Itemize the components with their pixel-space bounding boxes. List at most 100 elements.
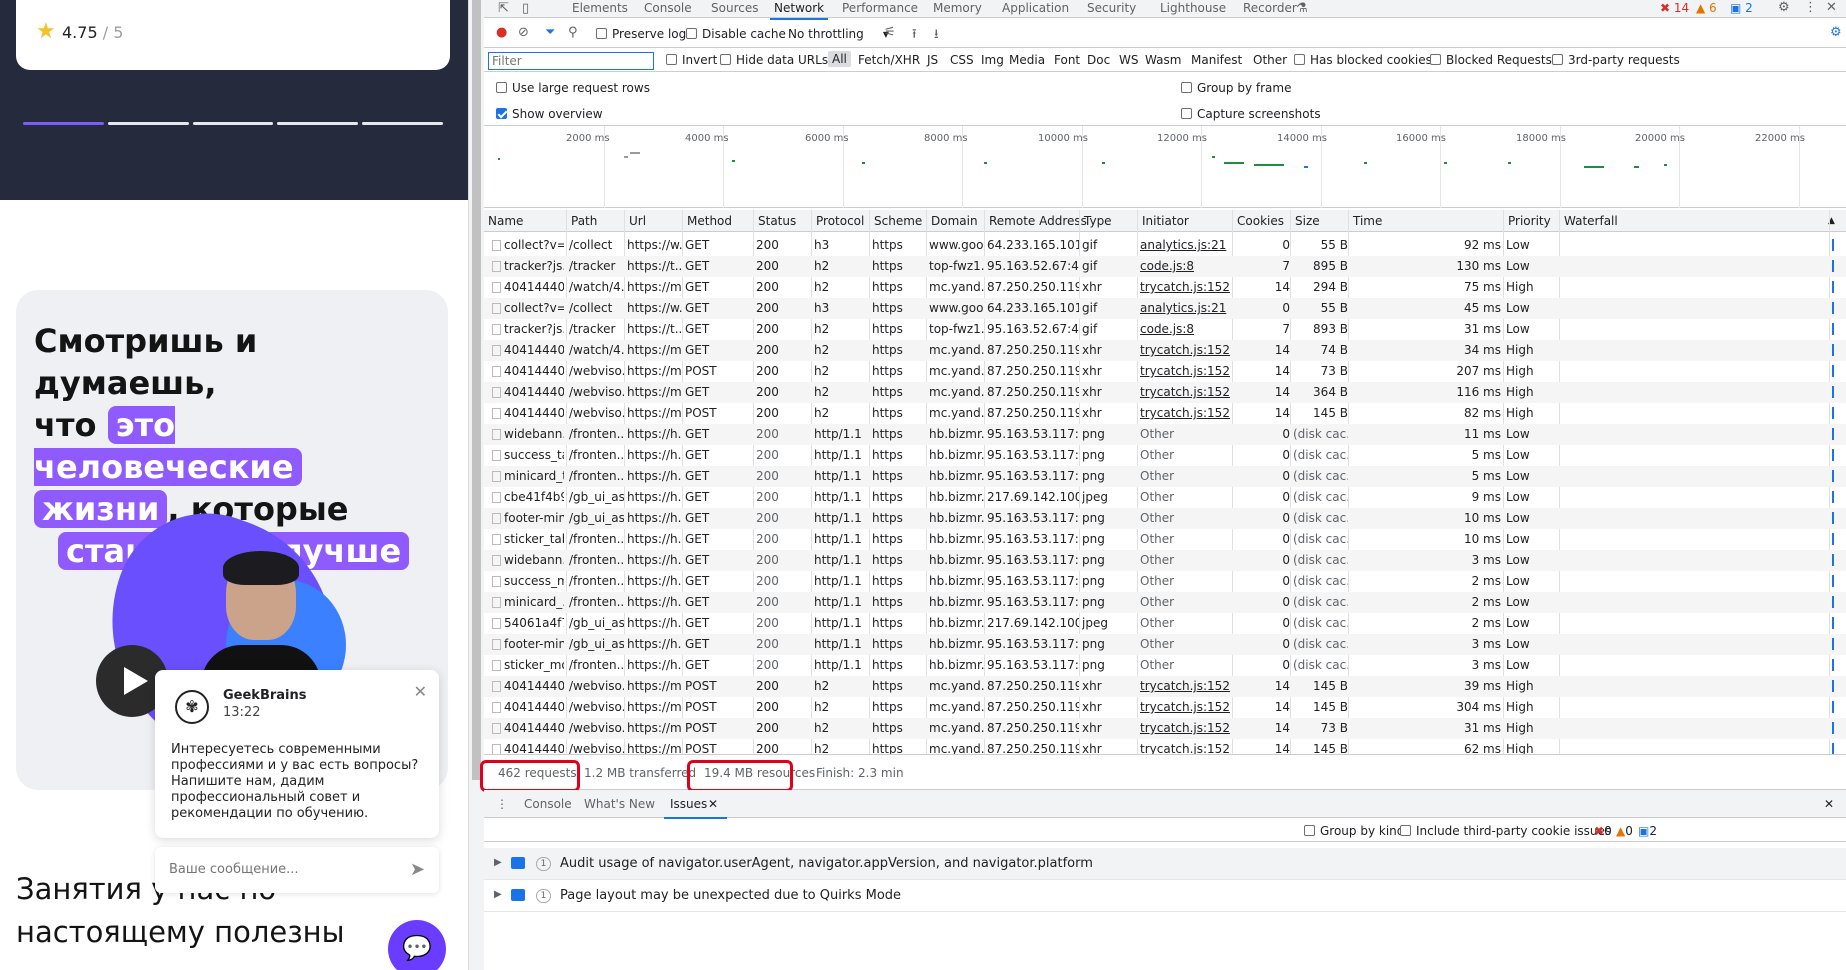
column-header[interactable]: Path	[571, 214, 597, 228]
close-icon[interactable]: ✕	[1826, 0, 1837, 15]
table-row[interactable]: success_m... /fronten...https://h...GET 20…	[484, 571, 1846, 592]
table-row[interactable]: 54061a4f7... /gb_ui_as...https://h...GET 2…	[484, 613, 1846, 634]
table-row[interactable]: widebann... /fronten...https://h...GET 200…	[484, 424, 1846, 445]
drawer-tab-whats-new[interactable]: What's New	[584, 797, 655, 811]
table-row[interactable]: minicard_t... /fronten...https://h...GET 2…	[484, 466, 1846, 487]
table-cell[interactable]: trycatch.js:152	[1140, 679, 1232, 693]
tab-elements[interactable]: Elements	[572, 1, 628, 15]
column-header[interactable]: Priority	[1508, 214, 1551, 228]
network-conditions-icon[interactable]: ⚟	[884, 25, 896, 40]
type-filter-font[interactable]: Font	[1054, 53, 1080, 67]
table-row[interactable]: collect?v=... /collect https://w...GET 200 h…	[484, 298, 1846, 319]
table-row[interactable]: widebann... /fronten...https://h...GET 200…	[484, 550, 1846, 571]
table-row[interactable]: 40414440?... /webviso...https://m...POST 2…	[484, 718, 1846, 739]
column-header[interactable]: Cookies	[1237, 214, 1284, 228]
slider-dot[interactable]	[192, 122, 274, 125]
issue-row[interactable]: ▶ 1 Audit usage of navigator.userAgent, …	[484, 848, 1846, 880]
column-header[interactable]: Scheme	[874, 214, 922, 228]
table-cell[interactable]: analytics.js:21	[1140, 301, 1232, 315]
expand-icon[interactable]: ▶	[494, 889, 502, 900]
table-row[interactable]: success_ta... /fronten...https://h...GET 2…	[484, 445, 1846, 466]
close-tab-icon[interactable]: ✕	[708, 797, 718, 811]
more-icon[interactable]: ⋮	[1804, 0, 1817, 15]
type-filter-css[interactable]: CSS	[950, 53, 974, 67]
has-blocked-cookies-checkbox[interactable]: Has blocked cookies	[1294, 53, 1432, 67]
column-header[interactable]: Type	[1084, 214, 1112, 228]
tab-lighthouse[interactable]: Lighthouse	[1160, 1, 1226, 15]
table-cell[interactable]: trycatch.js:152	[1140, 406, 1232, 420]
import-har-icon[interactable]: ⭱	[912, 25, 917, 47]
slider-dot[interactable]	[107, 122, 189, 125]
tab-security[interactable]: Security	[1087, 1, 1136, 15]
table-row[interactable]: tracker?js... /tracker https://t...GET 200 h…	[484, 256, 1846, 277]
table-cell[interactable]: trycatch.js:152	[1140, 343, 1232, 357]
close-icon[interactable]: ✕	[414, 682, 427, 701]
table-cell[interactable]: trycatch.js:152	[1140, 721, 1232, 735]
table-cell[interactable]: code.js:8	[1140, 322, 1232, 336]
type-filter-img[interactable]: Img	[981, 53, 1004, 67]
table-row[interactable]: footer-min... /gb_ui_as...https://h...GET…	[484, 508, 1846, 529]
scrollbar-thumb[interactable]	[472, 0, 481, 780]
table-cell[interactable]: code.js:8	[1140, 259, 1232, 273]
large-rows-checkbox[interactable]: Use large request rows	[496, 81, 650, 95]
slider-pagination[interactable]	[23, 122, 443, 126]
inspect-icon[interactable]: ⇱	[498, 1, 509, 16]
table-row[interactable]: 40414440?... /watch/4...https://m...GET 20…	[484, 277, 1846, 298]
tab-memory[interactable]: Memory	[933, 1, 982, 15]
table-cell[interactable]: trycatch.js:152	[1140, 385, 1232, 399]
device-toolbar-icon[interactable]: ▯	[522, 1, 529, 16]
column-header[interactable]: Initiator	[1142, 214, 1189, 228]
table-cell[interactable]: trycatch.js:152	[1140, 280, 1232, 294]
tab-network[interactable]: Network	[769, 1, 829, 20]
table-row[interactable]: minicard_... /fronten...https://h...GET 20…	[484, 592, 1846, 613]
column-header[interactable]: Method	[687, 214, 732, 228]
drawer-menu-icon[interactable]: ⋮	[496, 797, 508, 811]
issue-row[interactable]: ▶ 1 Page layout may be unexpected due to…	[484, 880, 1846, 912]
table-row[interactable]: collect?v=... /collect https://w...GET 200 h…	[484, 235, 1846, 256]
table-row[interactable]: footer-min... /gb_ui_as...https://h...GET…	[484, 634, 1846, 655]
warning-count-badge[interactable]: ▲ 6	[1696, 1, 1717, 15]
slider-dot[interactable]	[277, 122, 359, 125]
table-row[interactable]: sticker_tab... /fronten...https://h...GET…	[484, 529, 1846, 550]
column-header[interactable]: Status	[758, 214, 796, 228]
table-row[interactable]: 40414440?... /webviso...https://m...GET 20…	[484, 382, 1846, 403]
clear-icon[interactable]: ⊘	[518, 25, 529, 40]
type-filter-js[interactable]: JS	[927, 53, 938, 67]
gear-icon[interactable]: ⚙	[1778, 0, 1790, 15]
type-filter-wasm[interactable]: Wasm	[1145, 53, 1181, 67]
table-cell[interactable]: trycatch.js:152	[1140, 742, 1232, 754]
table-row[interactable]: tracker?js... /tracker https://t...GET 200 h…	[484, 319, 1846, 340]
close-drawer-icon[interactable]: ✕	[1824, 797, 1834, 811]
slider-dot[interactable]	[362, 122, 443, 125]
column-header[interactable]: Size	[1295, 214, 1320, 228]
table-row[interactable]: cbe41f4b9... /gb_ui_as...https://h...GET 2…	[484, 487, 1846, 508]
column-header[interactable]: Time	[1353, 214, 1382, 228]
error-count-badge[interactable]: ✖ 14	[1660, 1, 1689, 15]
third-party-checkbox[interactable]: 3rd-party requests	[1552, 53, 1680, 67]
tab-recorder[interactable]: Recorder	[1243, 1, 1297, 15]
type-filter-manifest[interactable]: Manifest	[1191, 53, 1242, 67]
group-by-kind-checkbox[interactable]: Group by kind	[1304, 824, 1404, 838]
show-overview-checkbox[interactable]: Show overview	[496, 107, 603, 121]
type-filter-media[interactable]: Media	[1009, 53, 1045, 67]
filter-icon[interactable]: ⏷	[545, 25, 555, 40]
overview-timeline[interactable]: 2000 ms 4000 ms 6000 ms 8000 ms 10000 ms…	[484, 126, 1846, 208]
slider-dot[interactable]	[23, 122, 104, 125]
include-third-party-checkbox[interactable]: Include third-party cookie issues	[1400, 824, 1611, 838]
table-row[interactable]: 40414440?... /webviso...https://m...POST 2…	[484, 361, 1846, 382]
tab-sources[interactable]: Sources	[711, 1, 758, 15]
filter-input[interactable]	[488, 52, 654, 70]
table-row[interactable]: 40414440?... /watch/4...https://m...GET 20…	[484, 340, 1846, 361]
type-filter-other[interactable]: Other	[1253, 53, 1287, 67]
table-row[interactable]: 40414440?... /webviso...https://m...POST 2…	[484, 697, 1846, 718]
group-by-frame-checkbox[interactable]: Group by frame	[1181, 81, 1291, 95]
blocked-requests-checkbox[interactable]: Blocked Requests	[1430, 53, 1552, 67]
column-header[interactable]: Url	[629, 214, 646, 228]
disable-cache-checkbox[interactable]: Disable cache	[686, 27, 786, 41]
column-header[interactable]: Remote Address	[989, 214, 1087, 228]
column-header[interactable]: Waterfall	[1564, 214, 1618, 228]
search-icon[interactable]: ⚲	[568, 25, 578, 40]
record-icon[interactable]: ●	[496, 25, 507, 40]
expand-icon[interactable]: ▶	[494, 857, 502, 868]
message-count-badge[interactable]: ▣ 2	[1730, 1, 1753, 15]
